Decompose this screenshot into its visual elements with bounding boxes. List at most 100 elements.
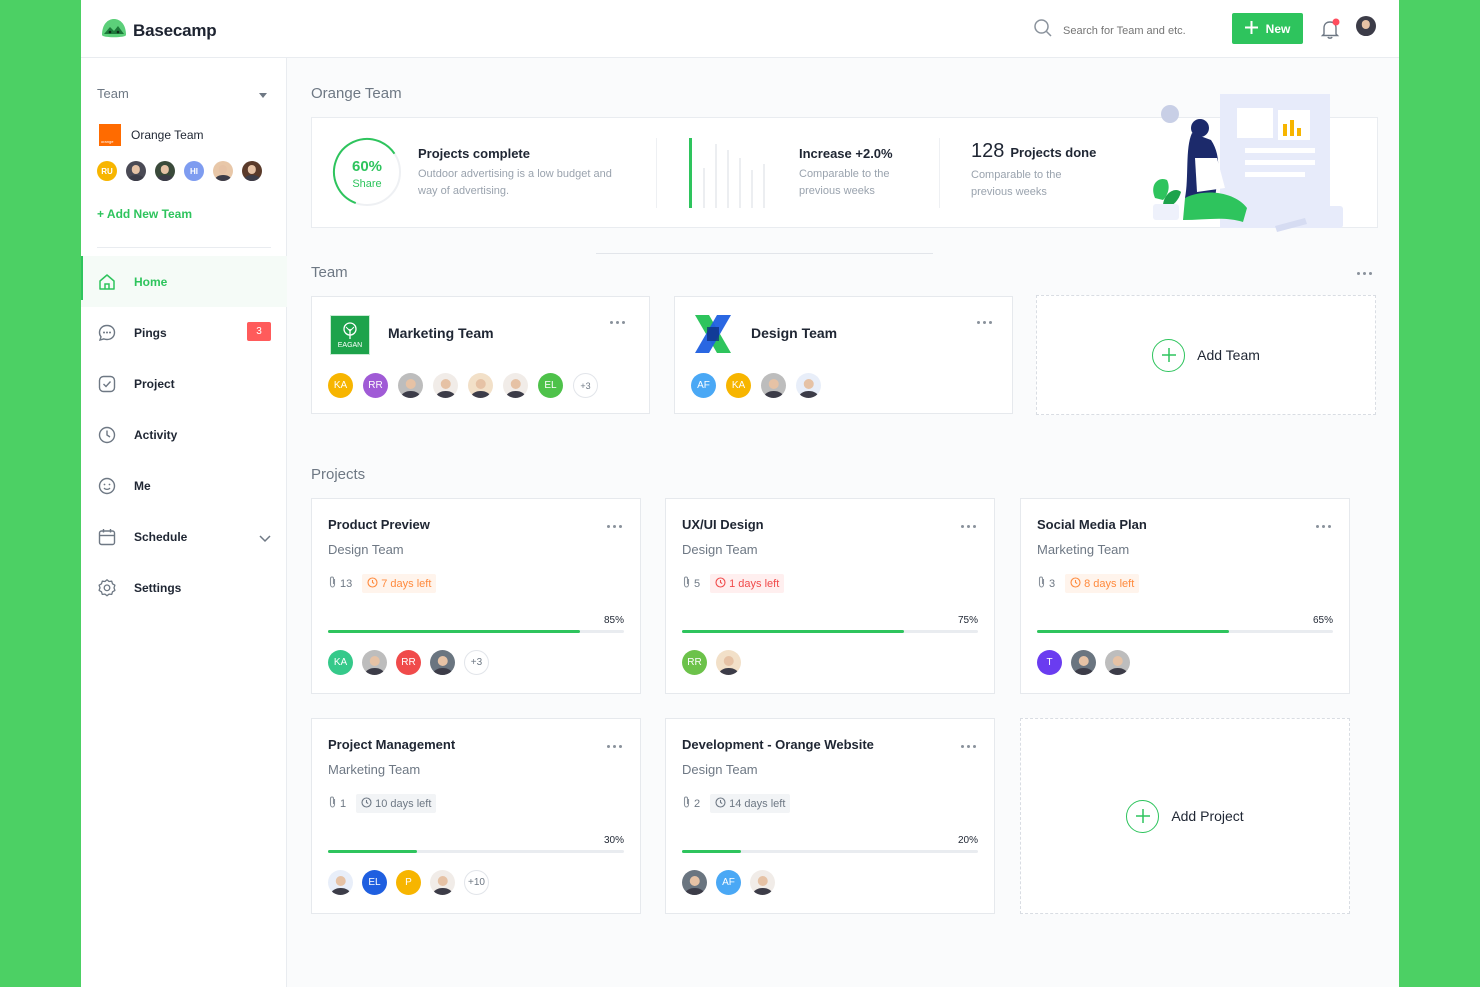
more-options-icon[interactable] — [977, 321, 992, 324]
sidebar-item-settings[interactable]: Settings — [81, 562, 287, 613]
avatar[interactable] — [1105, 650, 1130, 675]
user-avatar[interactable] — [1356, 16, 1376, 36]
avatar[interactable] — [750, 870, 775, 895]
more-options-icon[interactable] — [961, 745, 976, 748]
projects-share-ring: 60% Share — [332, 138, 401, 206]
section-divider — [596, 253, 933, 254]
sidebar-item-project[interactable]: Project — [81, 358, 287, 409]
avatar[interactable] — [1071, 650, 1096, 675]
avatar[interactable] — [796, 373, 821, 398]
sidebar-item-home[interactable]: Home — [81, 256, 287, 307]
paperclip-icon — [328, 796, 337, 811]
avatar[interactable] — [430, 870, 455, 895]
more-options-icon[interactable] — [610, 321, 625, 324]
ring-value: 60% — [352, 158, 382, 175]
progress-fill — [1037, 630, 1230, 633]
team-switcher[interactable]: orange Orange Team — [99, 124, 204, 146]
team-dropdown-caret-icon[interactable] — [259, 93, 267, 98]
project-members: AF — [682, 870, 775, 895]
search-bar[interactable] — [1033, 18, 1213, 43]
avatar[interactable] — [398, 373, 423, 398]
avatar[interactable]: HI — [184, 161, 204, 181]
team-card-name: Marketing Team — [388, 325, 494, 341]
sidebar-item-activity[interactable]: Activity — [81, 409, 287, 460]
days-left-badge: 1 days left — [710, 574, 785, 593]
avatar[interactable]: RR — [396, 650, 421, 675]
avatar[interactable]: T — [1037, 650, 1062, 675]
progress-fill — [328, 850, 417, 853]
more-members-badge[interactable]: +3 — [464, 650, 489, 675]
avatar[interactable] — [430, 650, 455, 675]
project-card[interactable]: UX/UI Design Design Team 5 1 days left 7… — [665, 498, 995, 694]
new-button[interactable]: New — [1232, 13, 1303, 44]
avatar[interactable]: P — [396, 870, 421, 895]
project-title: Product Preview — [328, 517, 430, 532]
avatar[interactable]: AF — [691, 373, 716, 398]
brand[interactable]: Basecamp — [101, 17, 217, 44]
chevron-down-icon[interactable] — [259, 532, 271, 546]
attachments[interactable]: 3 — [1037, 576, 1055, 591]
team-card-design[interactable]: Design Team AF KA — [674, 296, 1013, 414]
more-members-badge[interactable]: +10 — [464, 870, 489, 895]
attachments[interactable]: 1 — [328, 796, 346, 811]
attachments[interactable]: 5 — [682, 576, 700, 591]
more-options-icon[interactable] — [961, 525, 976, 528]
stat-title: Projects complete — [418, 146, 530, 161]
project-card[interactable]: Development - Orange Website Design Team… — [665, 718, 995, 914]
sidebar-item-pings[interactable]: Pings 3 — [81, 307, 287, 358]
project-title: Social Media Plan — [1037, 517, 1147, 532]
project-members: RR — [682, 650, 741, 675]
avatar[interactable]: EL — [362, 870, 387, 895]
avatar[interactable]: KA — [328, 373, 353, 398]
project-card[interactable]: Product Preview Design Team 13 7 days le… — [311, 498, 641, 694]
avatar[interactable] — [328, 870, 353, 895]
main-content: Orange Team 60% Share Projects complete … — [287, 58, 1399, 987]
avatar[interactable]: KA — [726, 373, 751, 398]
avatar[interactable]: AF — [716, 870, 741, 895]
sidebar-item-label: Home — [134, 274, 168, 289]
avatar[interactable] — [682, 870, 707, 895]
avatar[interactable] — [126, 161, 146, 181]
more-members-badge[interactable]: +3 — [573, 373, 598, 398]
add-project-button[interactable]: Add Project — [1020, 718, 1350, 914]
add-new-team-link[interactable]: + Add New Team — [97, 207, 192, 221]
sidebar-item-me[interactable]: Me — [81, 460, 287, 511]
avatar[interactable] — [362, 650, 387, 675]
avatar[interactable]: RU — [97, 161, 117, 181]
sidebar-item-schedule[interactable]: Schedule — [81, 511, 287, 562]
avatar[interactable] — [155, 161, 175, 181]
progress-percent: 30% — [603, 835, 624, 846]
search-input[interactable] — [1063, 24, 1213, 37]
notification-bell-icon[interactable] — [1319, 18, 1341, 45]
attachments[interactable]: 2 — [682, 796, 700, 811]
avatar[interactable] — [213, 161, 233, 181]
more-options-icon[interactable] — [1316, 525, 1331, 528]
team-card-name: Design Team — [751, 325, 838, 341]
attachments[interactable]: 13 — [328, 576, 352, 591]
increase-bars-graphic — [689, 138, 765, 208]
days-left-badge: 8 days left — [1065, 574, 1140, 593]
avatar[interactable]: RR — [682, 650, 707, 675]
avatar[interactable]: RR — [363, 373, 388, 398]
avatar[interactable]: KA — [328, 650, 353, 675]
avatar[interactable] — [503, 373, 528, 398]
avatar[interactable] — [242, 161, 262, 181]
days-left-text: 14 days left — [729, 797, 786, 810]
more-options-icon[interactable] — [607, 525, 622, 528]
sidebar-item-label: Settings — [134, 580, 182, 595]
avatar[interactable] — [433, 373, 458, 398]
increase-stat: Increase +2.0% Comparable to the previou… — [799, 146, 909, 200]
team-section-more-icon[interactable] — [1357, 272, 1372, 275]
project-card[interactable]: Social Media Plan Marketing Team 3 8 day… — [1020, 498, 1350, 694]
avatar[interactable] — [761, 373, 786, 398]
avatar[interactable] — [468, 373, 493, 398]
project-card[interactable]: Project Management Marketing Team 1 10 d… — [311, 718, 641, 914]
sidebar-item-label: Me — [134, 478, 151, 493]
team-card-marketing[interactable]: EAGAN Marketing Team KA RR EL +3 — [311, 296, 650, 414]
avatar[interactable]: EL — [538, 373, 563, 398]
project-meta: 1 10 days left — [328, 794, 437, 813]
more-options-icon[interactable] — [607, 745, 622, 748]
avatar[interactable] — [716, 650, 741, 675]
add-team-button[interactable]: Add Team — [1036, 295, 1376, 415]
add-project-label: Add Project — [1171, 808, 1244, 824]
